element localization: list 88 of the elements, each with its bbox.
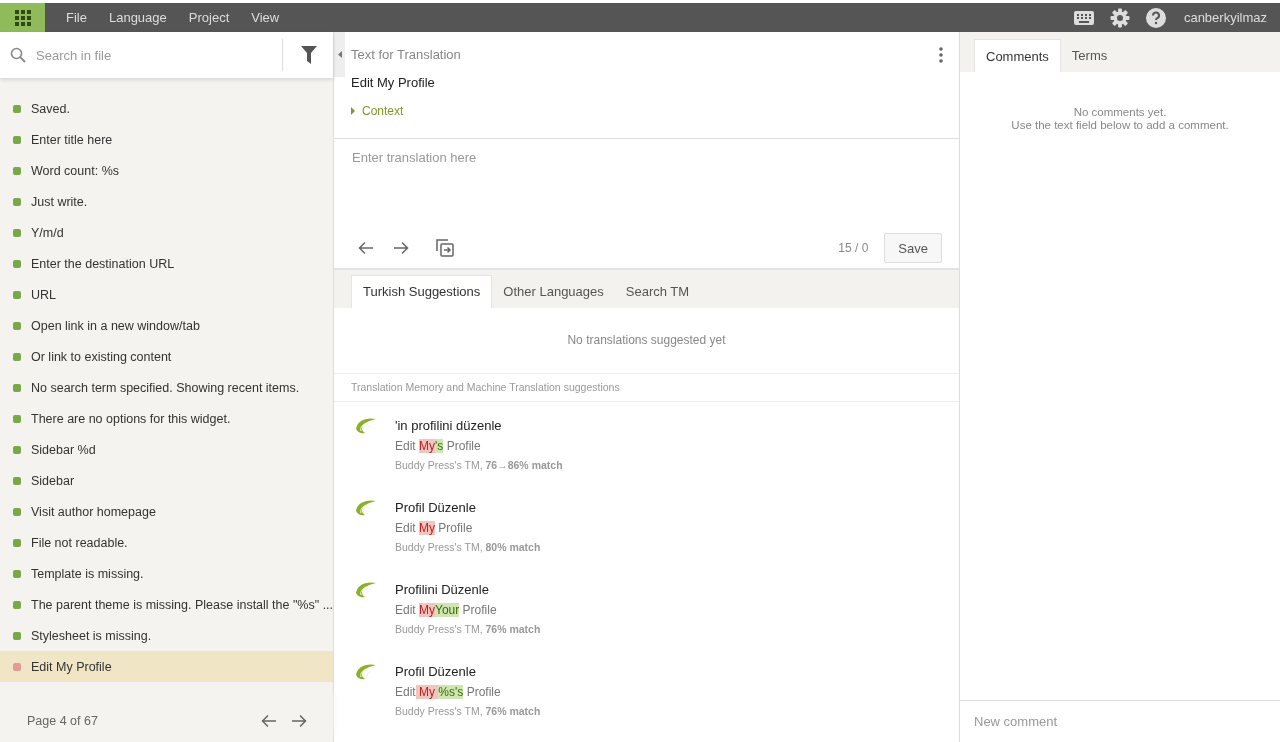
- string-text: Enter the destination URL: [31, 256, 175, 271]
- help-icon[interactable]: [1145, 7, 1166, 28]
- string-item[interactable]: Open link in a new window/tab: [0, 310, 333, 341]
- string-item[interactable]: Template is missing.: [0, 558, 333, 589]
- string-text: Sidebar %d: [31, 442, 96, 457]
- suggestion-text[interactable]: Profil Düzenle: [395, 496, 541, 518]
- menu-item[interactable]: View: [240, 10, 291, 25]
- string-text: Saved.: [31, 101, 70, 116]
- string-item[interactable]: Saved.: [0, 93, 333, 124]
- string-item[interactable]: Just write.: [0, 186, 333, 217]
- next-icon[interactable]: [393, 241, 409, 256]
- source-diff: Edit My %s's Profile: [395, 684, 502, 701]
- leaf-logo-icon: [356, 500, 376, 516]
- empty-message: No translations suggested yet: [334, 307, 959, 374]
- string-item[interactable]: Sidebar: [0, 465, 333, 496]
- string-text: No search term specified. Showing recent items.: [31, 380, 300, 395]
- match-info: Buddy Press's TM, 76% match: [395, 704, 541, 719]
- collapse-handle[interactable]: [334, 32, 345, 77]
- string-item[interactable]: Edit My Profile: [0, 651, 333, 682]
- string-text: Or link to existing content: [31, 349, 172, 364]
- leaf-logo-icon: [356, 418, 376, 434]
- copy-icon[interactable]: [436, 239, 454, 258]
- string-text: Y/m/d: [31, 225, 64, 240]
- string-text: Sidebar: [31, 473, 75, 488]
- more-icon[interactable]: [939, 46, 943, 63]
- string-item[interactable]: No search term specified. Showing recent items.: [0, 372, 333, 403]
- source-diff: Edit My's Profile: [395, 438, 482, 455]
- string-text: File not readable.: [31, 535, 128, 550]
- leaf-logo-icon: [356, 664, 376, 680]
- keyboard-icon[interactable]: [1073, 10, 1094, 25]
- menu-item[interactable]: Language: [97, 10, 178, 25]
- string-text: Word count: %s: [31, 163, 119, 178]
- string-item[interactable]: Visit author homepage: [0, 496, 333, 527]
- string-item[interactable]: Enter the destination URL: [0, 248, 333, 279]
- caret-icon: [337, 51, 342, 58]
- string-text: The parent theme is missing. Please install the "%s" ...: [31, 597, 333, 612]
- string-text: URL: [31, 287, 56, 302]
- previous-page-icon[interactable]: [261, 714, 277, 728]
- leaf-logo-icon: [356, 582, 376, 598]
- search-icon: [10, 47, 26, 63]
- string-item[interactable]: Word count: %s: [0, 155, 333, 186]
- string-text: Visit author homepage: [31, 504, 156, 519]
- source-diff: Edit MyYour Profile: [395, 602, 498, 619]
- previous-icon[interactable]: [358, 241, 374, 256]
- empty-message: No comments yet.: [1073, 106, 1167, 118]
- match-info: Buddy Press's TM, 76→86% match: [395, 458, 563, 473]
- source-text: Edit My Profile: [351, 75, 436, 90]
- next-page-icon[interactable]: [291, 714, 307, 728]
- match-info: Buddy Press's TM, 76% match: [395, 622, 541, 637]
- tab[interactable]: Terms: [1060, 39, 1119, 72]
- user-name[interactable]: canberkyilmaz: [1183, 10, 1267, 25]
- section-title: Translation Memory and Machine Translation suggestions: [334, 373, 959, 402]
- save-button[interactable]: Save: [884, 233, 942, 264]
- tab[interactable]: Other Languages: [492, 274, 615, 308]
- caret-icon: [351, 107, 355, 115]
- suggestion-text[interactable]: 'in profilini düzenle: [395, 414, 563, 436]
- string-text: Edit My Profile: [31, 659, 112, 674]
- tab[interactable]: Search TM: [614, 274, 701, 308]
- suggestion-text[interactable]: Profilini Düzenle: [395, 578, 541, 600]
- string-item[interactable]: Or link to existing content: [0, 341, 333, 372]
- string-text: Open link in a new window/tab: [31, 318, 200, 333]
- match-info: Buddy Press's TM, 80% match: [395, 540, 541, 555]
- string-item[interactable]: File not readable.: [0, 527, 333, 558]
- grid-icon: [14, 9, 31, 26]
- source-diff: Edit My Profile: [395, 520, 474, 537]
- page-indicator: Page 4 of 67: [27, 714, 98, 728]
- apps-button[interactable]: [0, 3, 45, 32]
- suggestion-text[interactable]: Profil Düzenle: [395, 660, 541, 682]
- string-item[interactable]: There are no options for this widget.: [0, 403, 333, 434]
- string-item[interactable]: Stylesheet is missing.: [0, 620, 333, 651]
- character-count: 15 / 0: [838, 241, 869, 256]
- panel-title: Text for Translation: [351, 47, 461, 62]
- string-text: There are no options for this widget.: [31, 411, 231, 426]
- filter-icon[interactable]: [301, 46, 317, 64]
- tab[interactable]: Comments: [974, 39, 1061, 72]
- string-item[interactable]: Sidebar %d: [0, 434, 333, 465]
- string-text: Stylesheet is missing.: [31, 628, 152, 643]
- string-text: Just write.: [31, 194, 88, 209]
- menu-item[interactable]: File: [55, 10, 98, 25]
- string-item[interactable]: Y/m/d: [0, 217, 333, 248]
- string-text: Enter title here: [31, 132, 113, 147]
- tab[interactable]: Turkish Suggestions: [351, 274, 493, 308]
- string-item[interactable]: Enter title here: [0, 124, 333, 155]
- menu-item[interactable]: Project: [177, 10, 241, 25]
- string-item[interactable]: URL: [0, 279, 333, 310]
- string-text: Template is missing.: [31, 566, 144, 581]
- hint-text: Use the text field below to add a comment.: [1011, 119, 1229, 131]
- string-item[interactable]: The parent theme is missing. Please install the "%s" ...: [0, 589, 333, 620]
